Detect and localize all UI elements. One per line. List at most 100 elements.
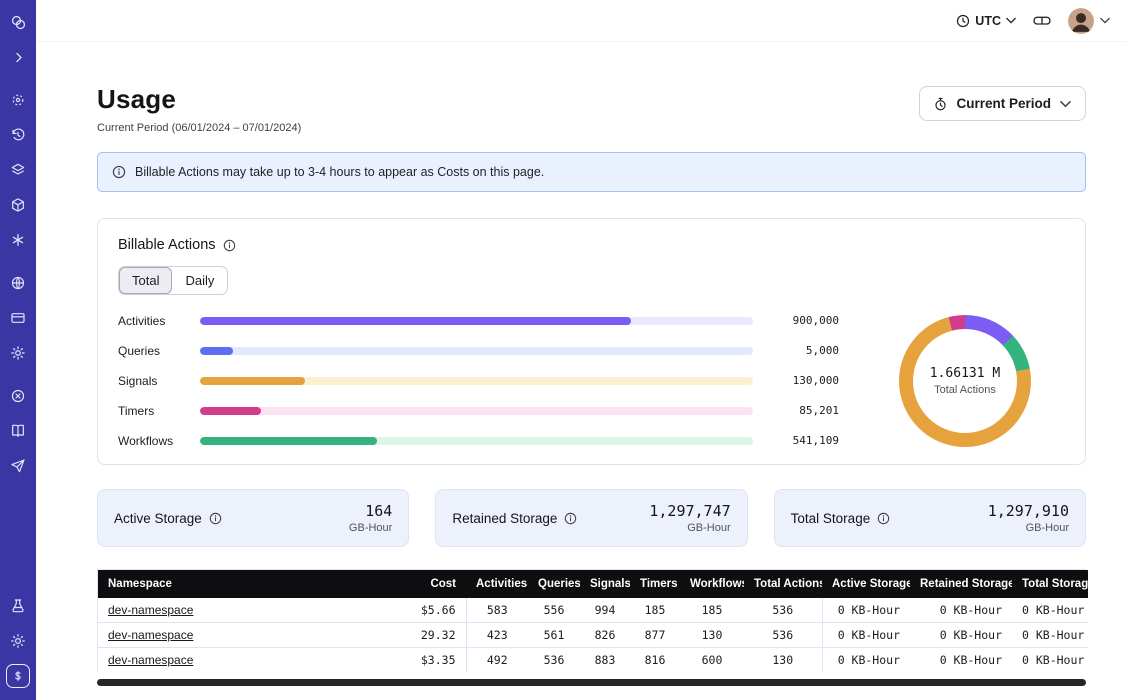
table-cell: 883 (580, 648, 630, 673)
table-row: dev-namespace$5.665835569941851855360 KB… (98, 598, 1088, 623)
table-cell: $3.35 (396, 648, 466, 673)
topbar: UTC (36, 0, 1126, 42)
bar-label: Queries (118, 344, 186, 358)
history-icon[interactable] (6, 123, 30, 147)
timezone-label: UTC (975, 14, 1001, 28)
timezone-selector[interactable]: UTC (956, 14, 1016, 28)
tab-total[interactable]: Total (119, 267, 172, 294)
table-cell: 185 (630, 598, 680, 623)
bar-track (200, 317, 753, 325)
send-icon[interactable] (6, 454, 30, 478)
bar-track (200, 377, 753, 385)
storage-card-unit: GB-Hour (649, 522, 730, 534)
billing-card-icon[interactable] (6, 306, 30, 330)
table-cell: dev-namespace (98, 648, 396, 673)
storage-card-label: Retained Storage (452, 511, 557, 526)
table-cell: 877 (630, 623, 680, 648)
info-icon[interactable] (223, 239, 236, 252)
table-cell: dev-namespace (98, 623, 396, 648)
chevron-down-icon (1100, 17, 1110, 24)
asterisk-icon[interactable] (6, 228, 30, 252)
table-cell: 29.32 (396, 623, 466, 648)
retained-storage-card: Retained Storage 1,297,747 GB-Hour (435, 489, 747, 547)
storage-card-unit: GB-Hour (988, 522, 1069, 534)
bar-value: 900,000 (767, 314, 839, 327)
table-cell: 536 (528, 648, 580, 673)
namespace-link[interactable]: dev-namespace (108, 628, 193, 642)
bar-fill (200, 317, 631, 325)
table-cell: 600 (680, 648, 744, 673)
table-cell: 130 (744, 648, 822, 673)
sidebar-nav (0, 0, 36, 700)
bar-fill (200, 407, 261, 415)
page-header: Usage Current Period (06/01/2024 – 07/01… (97, 84, 1086, 134)
period-selector-button[interactable]: Current Period (919, 86, 1086, 121)
period-button-label: Current Period (956, 96, 1051, 111)
cube-icon[interactable] (6, 193, 30, 217)
table-row: dev-namespace29.324235618268771305360 KB… (98, 623, 1088, 648)
table-cell: 130 (680, 623, 744, 648)
namespace-link[interactable]: dev-namespace (108, 653, 193, 667)
usage-dollar-icon[interactable] (6, 664, 30, 688)
info-icon (112, 165, 126, 179)
sun-icon[interactable] (6, 629, 30, 653)
storage-card-value: 1,297,910 (988, 502, 1069, 520)
namespaces-icon[interactable] (6, 88, 30, 112)
table-cell: dev-namespace (98, 598, 396, 623)
column-header-timers: Timers (630, 570, 680, 598)
chevron-down-icon (1006, 17, 1016, 24)
bar-chart: Activities 900,000 Queries 5,000 Signals… (118, 313, 839, 448)
info-icon[interactable] (877, 512, 890, 525)
temporal-logo-icon[interactable] (6, 10, 30, 34)
bar-row: Queries 5,000 (118, 343, 839, 358)
main-content: Usage Current Period (06/01/2024 – 07/01… (36, 42, 1126, 700)
column-header-active-storage: Active Storage (822, 570, 910, 598)
globe-icon[interactable] (6, 271, 30, 295)
column-header-activities: Activities (466, 570, 528, 598)
table-cell: 0 KB-Hour (822, 598, 910, 623)
column-header-retained-storage: Retained Storage (910, 570, 1012, 598)
donut-ring: 1.66131 M Total Actions (899, 315, 1031, 447)
donut-center: 1.66131 M Total Actions (913, 329, 1017, 433)
bar-track (200, 407, 753, 415)
column-header-queries: Queries (528, 570, 580, 598)
storage-card-label: Active Storage (114, 511, 202, 526)
table-cell: 423 (466, 623, 528, 648)
layers-icon[interactable] (6, 158, 30, 182)
bar-row: Activities 900,000 (118, 313, 839, 328)
table-cell: 0 KB-Hour (1012, 598, 1088, 623)
table-cell: 0 KB-Hour (1012, 623, 1088, 648)
donut-chart: 1.66131 M Total Actions (865, 315, 1065, 447)
lab-flask-icon[interactable] (6, 594, 30, 618)
chevron-down-icon (1060, 100, 1071, 108)
settings-gear-icon[interactable] (6, 341, 30, 365)
bar-fill (200, 377, 305, 385)
tab-daily[interactable]: Daily (172, 267, 227, 294)
bar-row: Signals 130,000 (118, 373, 839, 388)
namespace-link[interactable]: dev-namespace (108, 603, 193, 617)
sidebar-expand-chevron-right-icon[interactable] (6, 45, 30, 69)
active-storage-card: Active Storage 164 GB-Hour (97, 489, 409, 547)
table-cell: 556 (528, 598, 580, 623)
bar-fill (200, 347, 233, 355)
table-cell: 536 (744, 598, 822, 623)
column-header-total-actions: Total Actions (744, 570, 822, 598)
cancel-circle-icon[interactable] (6, 384, 30, 408)
user-menu[interactable] (1068, 8, 1110, 34)
stopwatch-icon (934, 97, 947, 111)
storage-card-value: 1,297,747 (649, 502, 730, 520)
billable-actions-chart: Activities 900,000 Queries 5,000 Signals… (118, 313, 1065, 448)
docs-book-icon[interactable] (6, 419, 30, 443)
goggles-icon[interactable] (1033, 14, 1051, 27)
info-icon[interactable] (209, 512, 222, 525)
bar-label: Signals (118, 374, 186, 388)
table-scrollbar[interactable] (97, 679, 1086, 686)
info-icon[interactable] (564, 512, 577, 525)
usage-table: NamespaceCostActivitiesQueriesSignalsTim… (97, 569, 1086, 672)
avatar (1068, 8, 1094, 34)
bar-label: Workflows (118, 434, 186, 448)
billable-actions-card: Billable Actions Total Daily Activities … (97, 218, 1086, 465)
storage-card-unit: GB-Hour (349, 522, 392, 534)
bar-label: Activities (118, 314, 186, 328)
main-column: UTC Usage Current Period (06/01/2024 – 0… (36, 0, 1126, 700)
